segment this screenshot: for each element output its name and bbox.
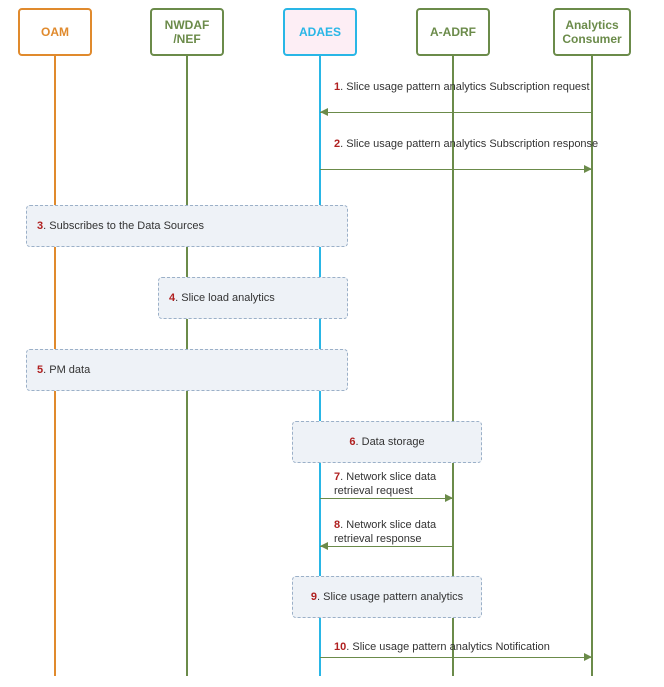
message-arrow-2 [320,169,592,170]
message-text: Slice usage pattern analytics Subscripti… [346,138,598,150]
message-text: Slice usage pattern analytics Subscripti… [346,81,589,93]
participant-label: A-ADRF [430,25,476,39]
fragment-text: PM data [49,364,90,376]
message-arrow-10 [320,657,592,658]
message-label-1: 1. Slice usage pattern analytics Subscri… [334,80,624,94]
step-number: 10 [334,641,346,653]
message-label-8: 8. Network slice data retrieval response [334,518,454,547]
fragment-9: 9. Slice usage pattern analytics [292,576,482,618]
message-text: Network slice data retrieval request [334,471,436,497]
message-label-10: 10. Slice usage pattern analytics Notifi… [334,640,624,654]
fragment-text: Slice usage pattern analytics [323,591,463,603]
participant-aadrf: A-ADRF [416,8,490,56]
participant-nwdaf: NWDAF /NEF [150,8,224,56]
arrow-head-icon [320,108,328,116]
fragment-text: Slice load analytics [181,292,275,304]
participant-label: ADAES [299,25,341,39]
message-label-2: 2. Slice usage pattern analytics Subscri… [334,137,624,151]
arrow-head-icon [320,542,328,550]
fragment-text: Subscribes to the Data Sources [49,220,204,232]
participant-consumer: Analytics Consumer [553,8,631,56]
message-label-7: 7. Network slice data retrieval request [334,470,454,499]
participant-label: Analytics Consumer [562,18,621,47]
message-text: Slice usage pattern analytics Notificati… [352,641,550,653]
message-arrow-7 [320,498,453,499]
participant-oam: OAM [18,8,92,56]
participant-label: OAM [41,25,69,39]
message-arrow-8 [320,546,453,547]
arrow-head-icon [584,653,592,661]
message-text: Network slice data retrieval response [334,519,436,545]
fragment-6: 6. Data storage [292,421,482,463]
fragment-3: 3. Subscribes to the Data Sources [26,205,348,247]
arrow-head-icon [445,494,453,502]
fragment-4: 4. Slice load analytics [158,277,348,319]
fragment-5: 5. PM data [26,349,348,391]
message-arrow-1 [320,112,592,113]
participant-label: NWDAF /NEF [165,18,210,47]
fragment-text: Data storage [362,436,425,448]
participant-adaes: ADAES [283,8,357,56]
arrow-head-icon [584,165,592,173]
